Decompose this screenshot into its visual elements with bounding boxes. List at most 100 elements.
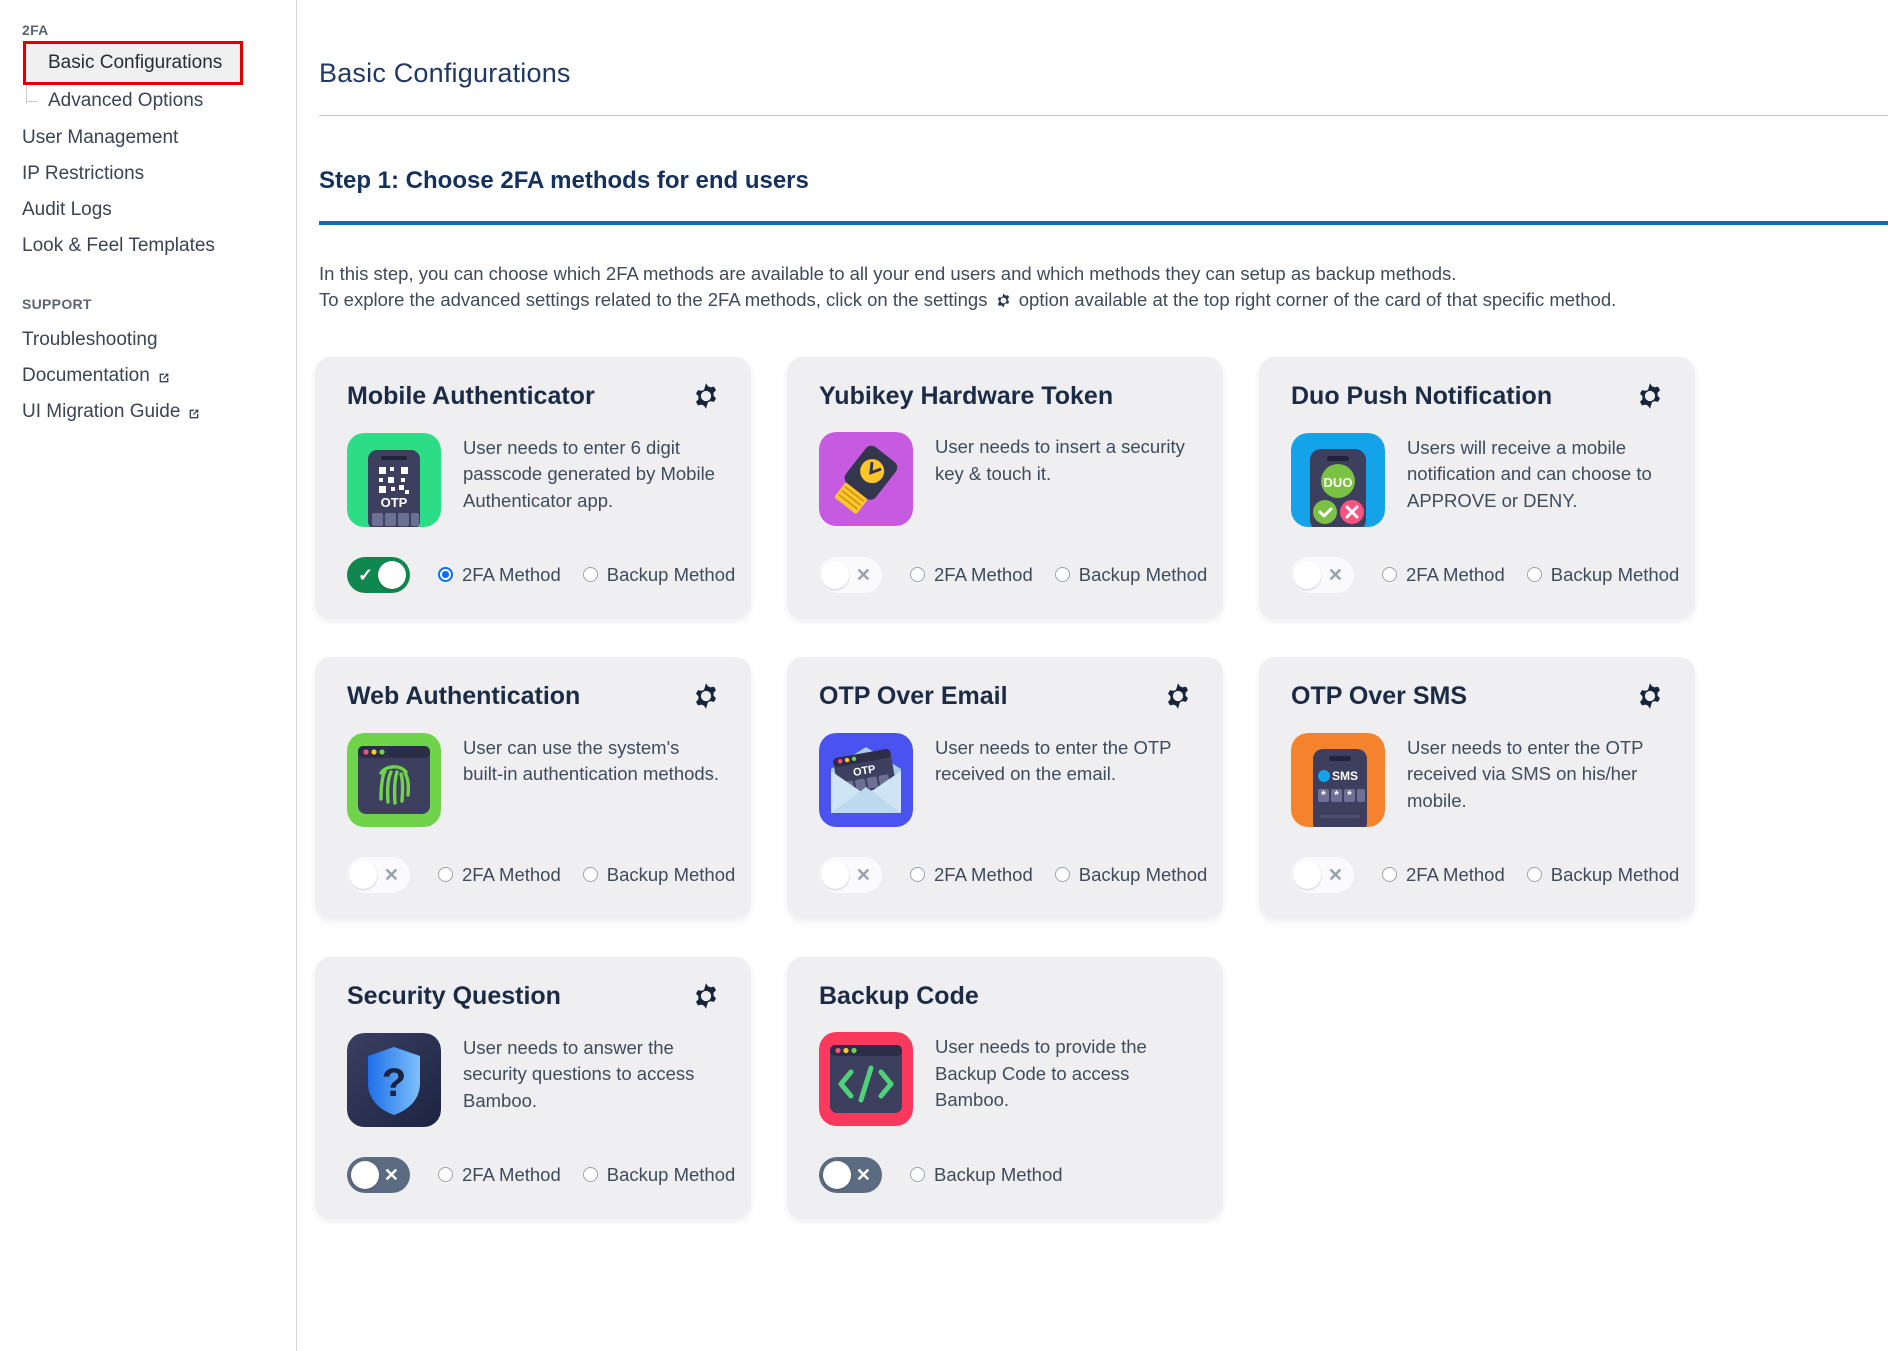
sidebar-item-look-and-feel-templates[interactable]: Look & Feel Templates xyxy=(0,228,296,264)
enable-toggle[interactable]: ✕ xyxy=(819,556,882,593)
radio-option-backup-method[interactable]: Backup Method xyxy=(1054,864,1207,886)
gear-icon xyxy=(691,382,721,414)
settings-gear-button[interactable] xyxy=(691,681,721,711)
gear-icon xyxy=(1635,682,1665,714)
card-title: Backup Code xyxy=(819,981,979,1010)
radio-option-backup-method[interactable]: Backup Method xyxy=(582,863,736,886)
sidebar-item-label: Advanced Options xyxy=(48,90,204,111)
radio-label: Backup Method xyxy=(606,863,736,885)
sidebar-item-label: IP Restrictions xyxy=(22,163,145,184)
card-header: Backup Code xyxy=(819,981,1193,1011)
method-card-mobile-authenticator: Mobile Authenticator OTP User needs to e… xyxy=(315,356,751,619)
gear-icon xyxy=(691,682,721,714)
card-footer: ✓ 2FA Method Backup Method xyxy=(347,556,735,593)
enable-toggle[interactable]: ✕ xyxy=(347,856,410,893)
enable-toggle[interactable]: ✕ xyxy=(819,856,882,893)
enable-toggle[interactable]: ✓ xyxy=(347,556,410,593)
toggle-mark: ✕ xyxy=(1327,564,1343,585)
fingerprint-window-icon xyxy=(347,732,441,827)
toggle-mark: ✕ xyxy=(855,564,871,585)
gear-icon xyxy=(691,982,721,1014)
radio-option-backup-method[interactable]: Backup Method xyxy=(582,1163,736,1186)
sidebar-main-nav: User Management IP Restrictions Audit Lo… xyxy=(0,120,296,264)
radio-option-backup-method[interactable]: Backup Method xyxy=(1526,564,1679,586)
toggle-knob xyxy=(1293,560,1321,589)
settings-gear-button[interactable] xyxy=(691,381,721,411)
settings-gear-button[interactable] xyxy=(1163,681,1193,711)
enable-toggle[interactable]: ✕ xyxy=(1291,856,1354,893)
radio-option-backup-method[interactable]: Backup Method xyxy=(582,564,735,586)
radio-label: 2FA Method xyxy=(934,563,1033,585)
radio-option-backup-method[interactable]: Backup Method xyxy=(1526,863,1680,886)
radio-option-2fa-method[interactable]: 2FA Method xyxy=(910,564,1033,586)
card-title: OTP Over SMS xyxy=(1291,681,1467,710)
radio-dot xyxy=(1526,567,1542,583)
settings-gear-button[interactable] xyxy=(1635,681,1665,711)
radio-label: 2FA Method xyxy=(1406,563,1505,585)
sidebar-item-basic-configurations[interactable]: Basic Configurations xyxy=(26,44,240,82)
sidebar-item-user-management[interactable]: User Management xyxy=(0,120,296,156)
toggle-mark: ✕ xyxy=(855,864,871,885)
card-body: DUO Users will receive a mobile notifica… xyxy=(1291,432,1665,537)
method-type-radio-group: 2FA Method Backup Method xyxy=(438,864,735,886)
sidebar-item-audit-logs[interactable]: Audit Logs xyxy=(0,192,296,228)
svg-text:*: * xyxy=(1334,788,1339,802)
settings-gear-button[interactable] xyxy=(1635,381,1665,411)
radio-option-backup-method[interactable]: Backup Method xyxy=(1054,563,1208,586)
card-footer: ✕ 2FA Method Backup Method xyxy=(347,1156,735,1193)
radio-dot xyxy=(582,1167,598,1183)
sidebar-item-label: Troubleshooting xyxy=(22,329,158,350)
toggle-mark: ✕ xyxy=(383,1164,399,1185)
sidebar-item-troubleshooting[interactable]: Troubleshooting xyxy=(0,322,296,358)
card-description: User needs to provide the Backup Code to… xyxy=(935,1036,1147,1111)
radio-option-2fa-method[interactable]: 2FA Method xyxy=(1382,864,1505,886)
sidebar: 2FA Basic Configurations Advanced Option… xyxy=(0,0,297,1351)
radio-option-backup-method[interactable]: Backup Method xyxy=(910,1164,1063,1186)
sidebar-item-advanced-options[interactable]: Advanced Options xyxy=(25,82,296,120)
radio-option-2fa-method[interactable]: 2FA Method xyxy=(1382,564,1505,586)
method-card-otp-over-sms: OTP Over SMS SMS * * * User needs to ent… xyxy=(1259,656,1695,919)
svg-text:OTP: OTP xyxy=(381,495,408,510)
card-body: User can use the system's built-in authe… xyxy=(347,732,721,837)
intro-line-1: In this step, you can choose which 2FA m… xyxy=(319,262,1457,284)
radio-label: 2FA Method xyxy=(1406,863,1505,885)
enable-toggle[interactable]: ✕ xyxy=(819,1156,882,1193)
card-description: User can use the system's built-in authe… xyxy=(463,736,720,785)
radio-label: 2FA Method xyxy=(462,863,561,885)
enable-toggle[interactable]: ✕ xyxy=(1291,556,1354,593)
sidebar-item-ip-restrictions[interactable]: IP Restrictions xyxy=(0,156,296,192)
settings-gear-button[interactable] xyxy=(691,981,721,1011)
radio-label: Backup Method xyxy=(1078,563,1208,585)
radio-dot xyxy=(1526,867,1542,883)
svg-text:*: * xyxy=(1321,788,1326,802)
enable-toggle[interactable]: ✕ xyxy=(347,1156,410,1193)
method-type-radio-group: 2FA Method Backup Method xyxy=(1382,564,1679,586)
external-link-icon xyxy=(187,405,201,419)
radio-option-2fa-method[interactable]: 2FA Method xyxy=(910,864,1033,886)
mobile-otp-icon: OTP xyxy=(347,432,441,527)
card-body: User needs to insert a security key & to… xyxy=(819,432,1193,537)
toggle-mark: ✕ xyxy=(855,1164,871,1185)
code-window-icon xyxy=(819,1032,913,1127)
sidebar-item-documentation[interactable]: Documentation xyxy=(0,358,296,394)
radio-label: Backup Method xyxy=(606,1163,736,1185)
radio-dot xyxy=(1054,567,1070,583)
method-type-radio-group: 2FA Method Backup Method xyxy=(438,564,735,586)
radio-option-2fa-method[interactable]: 2FA Method xyxy=(438,564,561,586)
radio-option-2fa-method[interactable]: 2FA Method xyxy=(438,864,561,886)
card-header: Mobile Authenticator xyxy=(347,381,721,411)
card-header: Security Question xyxy=(347,981,721,1011)
sidebar-item-ui-migration-guide[interactable]: UI Migration Guide xyxy=(0,394,296,430)
title-divider xyxy=(319,115,1888,117)
radio-label: 2FA Method xyxy=(462,563,561,585)
radio-label: 2FA Method xyxy=(934,863,1033,885)
radio-dot xyxy=(438,567,453,583)
radio-dot xyxy=(438,867,453,883)
method-card-yubikey-hardware-token: Yubikey Hardware Token User needs to ins… xyxy=(787,356,1223,619)
toggle-knob xyxy=(823,1160,851,1189)
card-title: OTP Over Email xyxy=(819,681,1008,710)
radio-label: Backup Method xyxy=(1550,863,1680,885)
card-header: Web Authentication xyxy=(347,681,721,711)
radio-option-2fa-method[interactable]: 2FA Method xyxy=(438,1164,561,1186)
card-header: OTP Over Email xyxy=(819,681,1193,711)
